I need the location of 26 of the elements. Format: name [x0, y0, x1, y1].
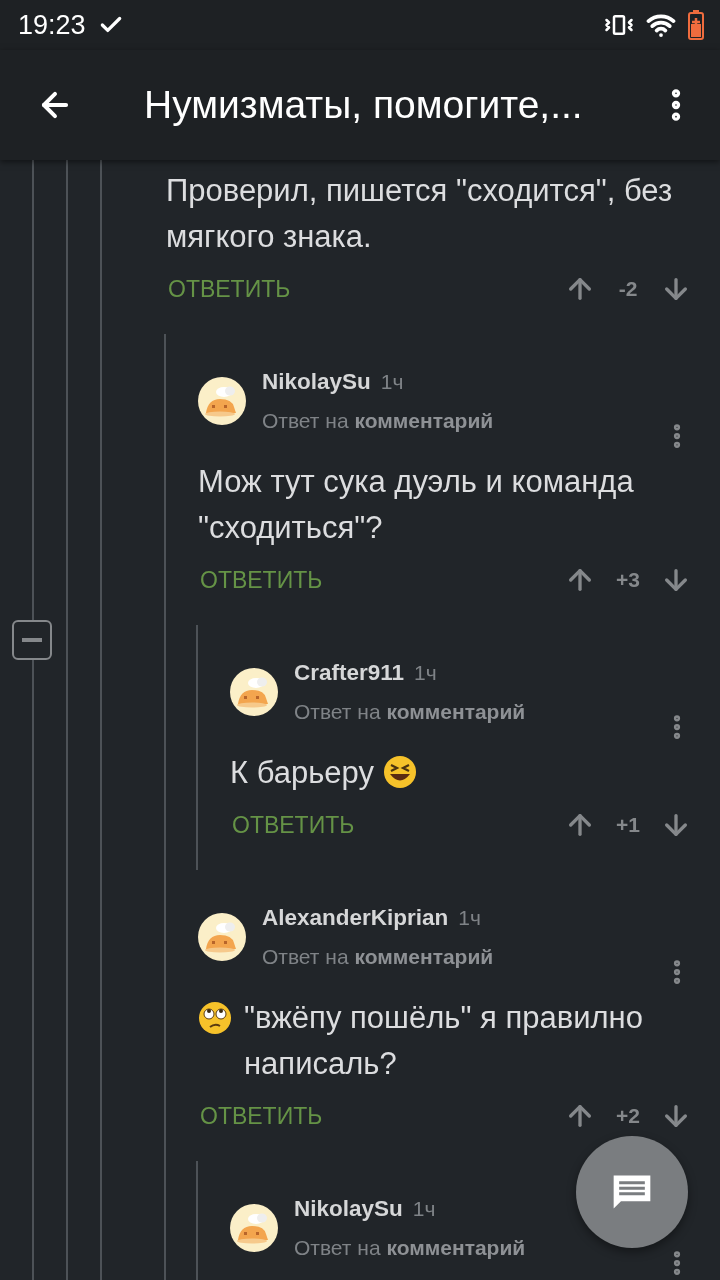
comment-text: Проверил, пишется "сходится", без мягкого знака.: [166, 173, 673, 254]
comment-time: 1ч: [412, 1197, 436, 1221]
comment-text: "вжёпу пошёль" я правилно написаль?: [244, 999, 644, 1083]
reply-link[interactable]: ОТВЕТИТЬ: [166, 275, 293, 303]
author-name[interactable]: AlexanderKiprian: [262, 905, 449, 931]
reply-to-text: Ответ на комментарий: [294, 1236, 527, 1260]
comment-score: -2: [617, 277, 639, 301]
reply-link[interactable]: ОТВЕТИТЬ: [230, 811, 357, 839]
app-bar-title: Нумизматы, помогите,...: [144, 83, 584, 127]
comment-score: +1: [615, 813, 641, 837]
reply-link[interactable]: ОТВЕТИТЬ: [198, 566, 325, 594]
comment-time: 1ч: [414, 661, 437, 685]
reply-to-text: Ответ на комментарий: [262, 945, 495, 969]
author-name[interactable]: NikolaySu: [262, 369, 371, 395]
comment-text: Мож тут сука дуэль и команда "сходиться"?: [198, 464, 634, 545]
reply-to-text: Ответ на комментарий: [262, 409, 495, 433]
comment-score: +2: [615, 1104, 641, 1128]
comment-text: К барьеру: [230, 755, 374, 790]
author-name[interactable]: NikolaySu: [294, 1196, 403, 1222]
comment-time: 1ч: [458, 906, 481, 930]
comment-time: 1ч: [380, 370, 404, 394]
reply-link[interactable]: ОТВЕТИТЬ: [198, 1102, 325, 1130]
author-name[interactable]: Crafter911: [294, 660, 405, 686]
reply-to-text: Ответ на комментарий: [294, 700, 527, 724]
comment-score: +3: [615, 568, 641, 592]
status-time: 19:23: [18, 9, 86, 41]
